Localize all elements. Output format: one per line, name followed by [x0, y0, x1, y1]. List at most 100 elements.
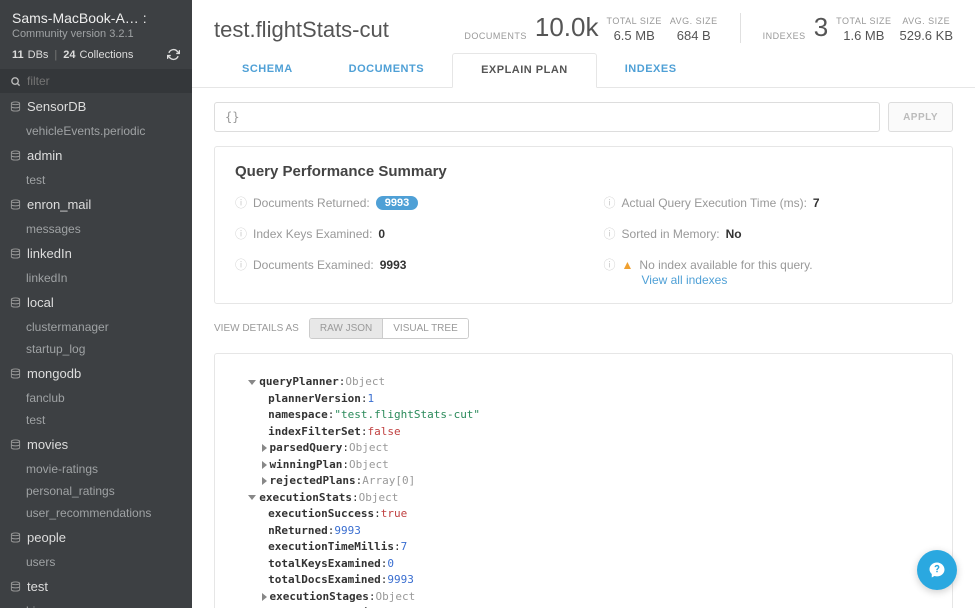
query-input[interactable]: {} — [214, 102, 880, 132]
query-row: {} APPLY — [214, 102, 953, 132]
idx-avg-value: 529.6 KB — [900, 28, 954, 43]
db-name: SensorDB — [27, 99, 86, 114]
content: {} APPLY Query Performance Summary ⓘ Doc… — [192, 88, 975, 608]
tabs: SCHEMA DOCUMENTS EXPLAIN PLAN INDEXES — [214, 53, 953, 87]
filter-input[interactable] — [27, 74, 182, 88]
sidebar: Sams-MacBook-A… : Community version 3.2.… — [0, 0, 192, 608]
idx-total-value: 1.6 MB — [843, 28, 884, 43]
sidebar-collection[interactable]: vehicleEvents.periodic — [0, 120, 192, 142]
sidebar-stats: 11 DBs | 24 Collections — [12, 48, 180, 61]
sidebar-db[interactable]: enron_mail — [0, 191, 192, 218]
sidebar-db[interactable]: local — [0, 289, 192, 316]
keys-examined-value: 0 — [378, 227, 385, 241]
sidebar-collection[interactable]: movie-ratings — [0, 458, 192, 480]
indexes-label: INDEXES — [763, 31, 806, 43]
view-raw-json[interactable]: RAW JSON — [310, 319, 383, 338]
total-size-label: total size — [606, 16, 661, 28]
view-toggle-row: VIEW DETAILS AS RAW JSON VISUAL TREE — [214, 318, 953, 339]
query-summary: Query Performance Summary ⓘ Documents Re… — [214, 146, 953, 304]
db-name: test — [27, 579, 48, 594]
sidebar-header: Sams-MacBook-A… : Community version 3.2.… — [0, 0, 192, 69]
summary-title: Query Performance Summary — [235, 163, 932, 180]
collection-title: test.flightStats-cut — [214, 17, 389, 43]
docs-examined-label: Documents Examined: — [253, 258, 374, 272]
view-visual-tree[interactable]: VISUAL TREE — [383, 319, 467, 338]
apply-button[interactable]: APPLY — [888, 102, 953, 132]
indexes-value: 3 — [814, 12, 828, 43]
sidebar-collection[interactable]: big — [0, 600, 192, 608]
search-icon — [10, 76, 21, 87]
idx-avg-label: avg. size — [902, 16, 950, 28]
sidebar-collection[interactable]: test — [0, 169, 192, 191]
sidebar-collection[interactable]: personal_ratings — [0, 480, 192, 502]
info-icon: ⓘ — [604, 225, 616, 242]
db-name: people — [27, 530, 66, 545]
tab-schema[interactable]: SCHEMA — [214, 53, 321, 87]
db-name: admin — [27, 148, 62, 163]
sidebar-collection[interactable]: fanclub — [0, 387, 192, 409]
db-name: enron_mail — [27, 197, 91, 212]
sidebar-collection[interactable]: users — [0, 551, 192, 573]
warning-text: No index available for this query. — [639, 258, 812, 272]
exec-time-row: ⓘ Actual Query Execution Time (ms): 7 — [604, 194, 933, 211]
info-icon: ⓘ — [604, 194, 616, 211]
view-indexes-link[interactable]: View all indexes — [642, 273, 728, 287]
sidebar-db[interactable]: admin — [0, 142, 192, 169]
db-name: local — [27, 295, 54, 310]
docs-returned-label: Documents Returned: — [253, 196, 370, 210]
docs-value: 10.0k — [535, 12, 599, 43]
help-button[interactable] — [917, 550, 957, 590]
main: test.flightStats-cut DOCUMENTS 10.0k tot… — [192, 0, 975, 608]
host-name: Sams-MacBook-A… : — [12, 10, 180, 26]
filter-row — [0, 69, 192, 93]
view-toggle: RAW JSON VISUAL TREE — [309, 318, 469, 339]
tab-indexes[interactable]: INDEXES — [597, 53, 705, 87]
sidebar-db[interactable]: linkedIn — [0, 240, 192, 267]
sidebar-db[interactable]: SensorDB — [0, 93, 192, 120]
info-icon: ⓘ — [604, 256, 616, 273]
sidebar-db[interactable]: mongodb — [0, 360, 192, 387]
docs-returned-row: ⓘ Documents Returned: 9993 — [235, 194, 564, 211]
docs-returned-value: 9993 — [376, 196, 418, 210]
no-index-warning: ⓘ ▲ No index available for this query. — [604, 256, 933, 273]
sorted-label: Sorted in Memory: — [622, 227, 720, 241]
database-list[interactable]: SensorDB vehicleEvents.periodic admin test e… — [0, 93, 192, 608]
sidebar-collection[interactable]: user_recommendations — [0, 502, 192, 524]
coll-count-label: Collections — [80, 49, 134, 61]
header-stats: DOCUMENTS 10.0k total size6.5 MB avg. si… — [464, 12, 953, 43]
sidebar-collection[interactable]: messages — [0, 218, 192, 240]
sorted-row: ⓘ Sorted in Memory: No — [604, 225, 933, 242]
total-size-value: 6.5 MB — [614, 28, 655, 43]
coll-count: 24 — [63, 49, 75, 61]
sorted-value: No — [726, 227, 742, 241]
sidebar-db[interactable]: movies — [0, 431, 192, 458]
refresh-icon[interactable] — [167, 48, 180, 61]
tab-documents[interactable]: DOCUMENTS — [321, 53, 452, 87]
db-name: mongodb — [27, 366, 81, 381]
view-label: VIEW DETAILS AS — [214, 323, 299, 334]
sidebar-collection[interactable]: startup_log — [0, 338, 192, 360]
explain-json[interactable]: queryPlanner:Object plannerVersion:1 nam… — [214, 353, 953, 608]
sidebar-db[interactable]: people — [0, 524, 192, 551]
sidebar-collection[interactable]: clustermanager — [0, 316, 192, 338]
idx-total-label: total size — [836, 16, 891, 28]
sidebar-collection[interactable]: linkedIn — [0, 267, 192, 289]
sidebar-db[interactable]: test — [0, 573, 192, 600]
keys-examined-label: Index Keys Examined: — [253, 227, 372, 241]
docs-label: DOCUMENTS — [464, 31, 527, 43]
info-icon: ⓘ — [235, 225, 247, 242]
version-label: Community version 3.2.1 — [12, 28, 180, 40]
tab-explain[interactable]: EXPLAIN PLAN — [452, 53, 597, 88]
avg-size-value: 684 B — [677, 28, 711, 43]
info-icon: ⓘ — [235, 256, 247, 273]
main-header: test.flightStats-cut DOCUMENTS 10.0k tot… — [192, 0, 975, 88]
db-count-label: DBs — [28, 49, 49, 61]
sidebar-collection[interactable]: test — [0, 409, 192, 431]
exec-time-label: Actual Query Execution Time (ms): — [622, 196, 807, 210]
db-count: 11 — [12, 49, 24, 61]
exec-time-value: 7 — [813, 196, 820, 210]
warning-icon: ▲ — [622, 258, 634, 272]
keys-examined-row: ⓘ Index Keys Examined: 0 — [235, 225, 564, 242]
info-icon: ⓘ — [235, 194, 247, 211]
avg-size-label: avg. size — [670, 16, 718, 28]
